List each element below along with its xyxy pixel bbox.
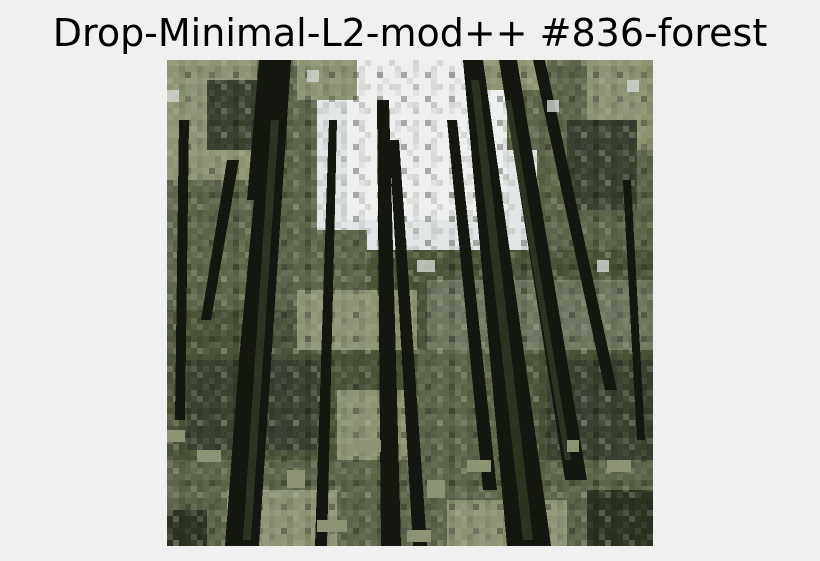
- figure-title: Drop-Minimal-L2-mod++ #836-forest: [52, 11, 768, 55]
- forest-image: [167, 60, 653, 546]
- figure: Drop-Minimal-L2-mod++ #836-forest: [0, 0, 820, 561]
- forest-image-canvas: [167, 60, 653, 546]
